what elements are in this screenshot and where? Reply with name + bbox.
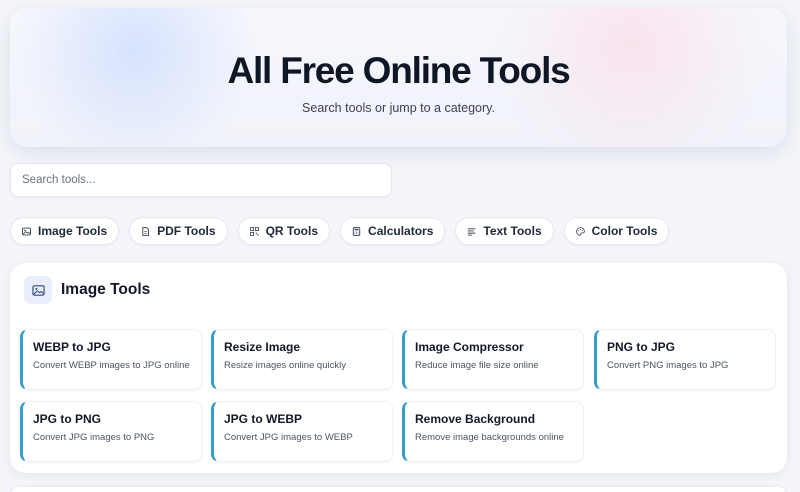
image-tools-section: Image Tools WEBP to JPG Convert WEBP ima… <box>10 263 787 473</box>
image-icon <box>22 227 31 236</box>
tool-description: Convert JPG images to PNG <box>33 432 155 443</box>
page-subtitle: Search tools or jump to a category. <box>302 101 495 115</box>
category-chip-calculators[interactable]: Calculators <box>340 217 446 245</box>
category-chip-text-tools[interactable]: Text Tools <box>455 217 554 245</box>
tool-card-png-to-jpg[interactable]: PNG to JPG Convert PNG images to JPG <box>594 329 776 390</box>
search-box <box>10 163 392 197</box>
tool-description: Reduce image file size online <box>415 360 539 371</box>
tool-name: Image Compressor <box>415 340 524 354</box>
tool-name: Resize Image <box>224 340 301 354</box>
calculator-icon <box>352 226 361 236</box>
tool-description: Convert WEBP images to JPG online <box>33 360 190 371</box>
image-icon <box>24 276 52 304</box>
chip-label: QR Tools <box>265 224 319 238</box>
category-chip-pdf-tools[interactable]: PDF Tools <box>129 217 228 245</box>
tool-card-jpg-to-png[interactable]: JPG to PNG Convert JPG images to PNG <box>20 401 202 462</box>
tool-card-resize-image[interactable]: Resize Image Resize images online quickl… <box>211 329 393 390</box>
category-chip-image-tools[interactable]: Image Tools <box>10 217 120 245</box>
tool-description: Remove image backgrounds online <box>415 432 564 443</box>
chip-label: Image Tools <box>38 224 108 238</box>
hero-banner: All Free Online Tools Search tools or ju… <box>10 8 787 147</box>
page-title: All Free Online Tools <box>227 50 570 91</box>
palette-icon <box>575 226 585 236</box>
search-input[interactable] <box>11 164 391 196</box>
section-title: Image Tools <box>61 281 151 298</box>
category-chips: Image Tools PDF Tools QR Tools Calculato… <box>10 217 670 245</box>
document-icon <box>141 226 150 236</box>
tool-card-webp-to-jpg[interactable]: WEBP to JPG Convert WEBP images to JPG o… <box>20 329 202 390</box>
tool-name: JPG to WEBP <box>224 412 303 426</box>
tool-description: Resize images online quickly <box>224 360 346 371</box>
tool-name: PNG to JPG <box>607 340 676 354</box>
category-chip-qr-tools[interactable]: QR Tools <box>237 217 331 245</box>
tool-description: Convert JPG images to WEBP <box>224 432 353 443</box>
tool-name: WEBP to JPG <box>33 340 111 354</box>
text-lines-icon <box>467 227 476 236</box>
tool-name: Remove Background <box>415 412 536 426</box>
tool-description: Convert PNG images to JPG <box>607 360 729 371</box>
tool-name: JPG to PNG <box>33 412 102 426</box>
section-header: Image Tools <box>24 276 150 304</box>
next-section-edge <box>10 487 787 492</box>
tool-card-jpg-to-webp[interactable]: JPG to WEBP Convert JPG images to WEBP <box>211 401 393 462</box>
chip-label: Calculators <box>368 224 434 238</box>
chip-label: Text Tools <box>483 224 542 238</box>
category-chip-color-tools[interactable]: Color Tools <box>563 217 670 245</box>
qr-icon <box>249 226 259 236</box>
chip-label: PDF Tools <box>157 224 216 238</box>
tool-card-remove-background[interactable]: Remove Background Remove image backgroun… <box>402 401 584 462</box>
tool-card-image-compressor[interactable]: Image Compressor Reduce image file size … <box>402 329 584 390</box>
page: All Free Online Tools Search tools or ju… <box>0 0 800 492</box>
chip-label: Color Tools <box>591 224 658 238</box>
